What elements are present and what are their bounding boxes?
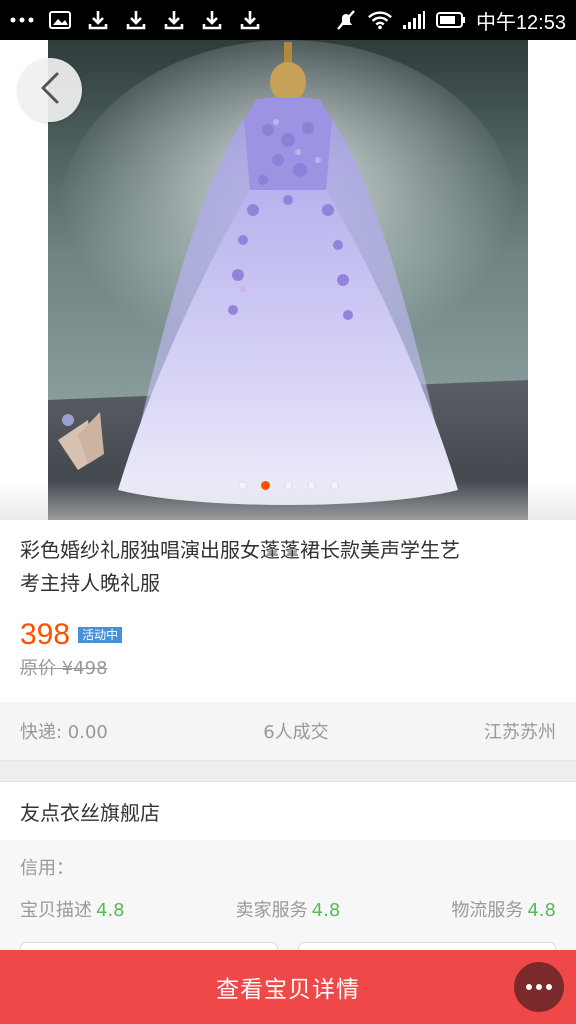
download-icon xyxy=(124,8,148,32)
product-title: 彩色婚纱礼服独唱演出服女蓬蓬裙长款美声学生艺考主持人晚礼服 xyxy=(20,538,460,595)
more-dot xyxy=(546,984,552,990)
gallery-dot-active[interactable] xyxy=(260,481,270,490)
more-dot xyxy=(536,984,542,990)
download-icon xyxy=(86,8,110,32)
rating-score: 4.8 xyxy=(527,900,556,921)
ship-location: 江苏苏州 xyxy=(483,722,556,743)
shop-ratings: 信用： 宝贝描述 4.8 卖家服务 4.8 物流服务 4.8 xyxy=(0,840,576,950)
shipping-sales-location: 快递: 0.00 6人成交 江苏苏州 xyxy=(0,702,576,760)
rating-score: 4.8 xyxy=(311,900,341,921)
rating-description: 宝贝描述 4.8 xyxy=(20,900,125,921)
mute-icon xyxy=(334,8,358,32)
gallery-dot[interactable] xyxy=(237,481,247,490)
shop-name[interactable]: 友点衣丝旗舰店 xyxy=(20,797,160,826)
view-details-button[interactable]: 查看宝贝详情 xyxy=(216,970,360,1004)
status-bar-right: 中午12:53 xyxy=(334,6,566,35)
more-icon xyxy=(10,8,34,32)
more-button[interactable] xyxy=(514,962,564,1012)
download-icon xyxy=(238,8,262,32)
image-icon xyxy=(48,8,72,32)
product-info: 彩色婚纱礼服独唱演出服女蓬蓬裙长款美声学生艺考主持人晚礼服 398 活动中 原价… xyxy=(0,520,576,702)
activity-badge: 活动中 xyxy=(78,627,123,643)
price-row: 398 活动中 xyxy=(20,618,556,652)
rating-logistics: 物流服务 4.8 xyxy=(451,900,556,921)
section-divider xyxy=(0,760,576,782)
status-time: 中午12:53 xyxy=(475,11,566,34)
rating-score: 4.8 xyxy=(96,900,125,921)
signal-icon xyxy=(402,8,426,32)
gallery-dot[interactable] xyxy=(283,481,293,490)
shipping-fee: 快递: 0.00 xyxy=(20,722,108,743)
sales-count: 6人成交 xyxy=(263,722,329,743)
bottom-action-bar[interactable]: 查看宝贝详情 xyxy=(0,950,576,1024)
gallery-dot[interactable] xyxy=(306,481,316,490)
gallery-dot[interactable] xyxy=(329,481,339,490)
wifi-icon xyxy=(368,8,392,32)
chevron-left-icon xyxy=(38,71,62,109)
product-image-gallery[interactable] xyxy=(0,40,576,520)
rating-row: 宝贝描述 4.8 卖家服务 4.8 物流服务 4.8 xyxy=(20,896,556,922)
status-bar-left xyxy=(10,8,262,32)
gallery-indicator xyxy=(0,481,576,490)
battery-icon xyxy=(435,8,466,32)
rating-service: 卖家服务 4.8 xyxy=(235,900,341,921)
back-button[interactable] xyxy=(18,58,82,122)
product-price: 398 xyxy=(20,618,71,651)
more-dots-icon xyxy=(526,984,532,990)
product-photo xyxy=(48,40,528,520)
shop-name-row[interactable]: 友点衣丝旗舰店 xyxy=(0,782,576,840)
credit-label: 信用： xyxy=(20,858,74,879)
download-icon xyxy=(162,8,186,32)
download-icon xyxy=(200,8,224,32)
original-price: 原价 ¥498 xyxy=(20,658,108,679)
status-bar: 中午12:53 xyxy=(0,0,576,40)
